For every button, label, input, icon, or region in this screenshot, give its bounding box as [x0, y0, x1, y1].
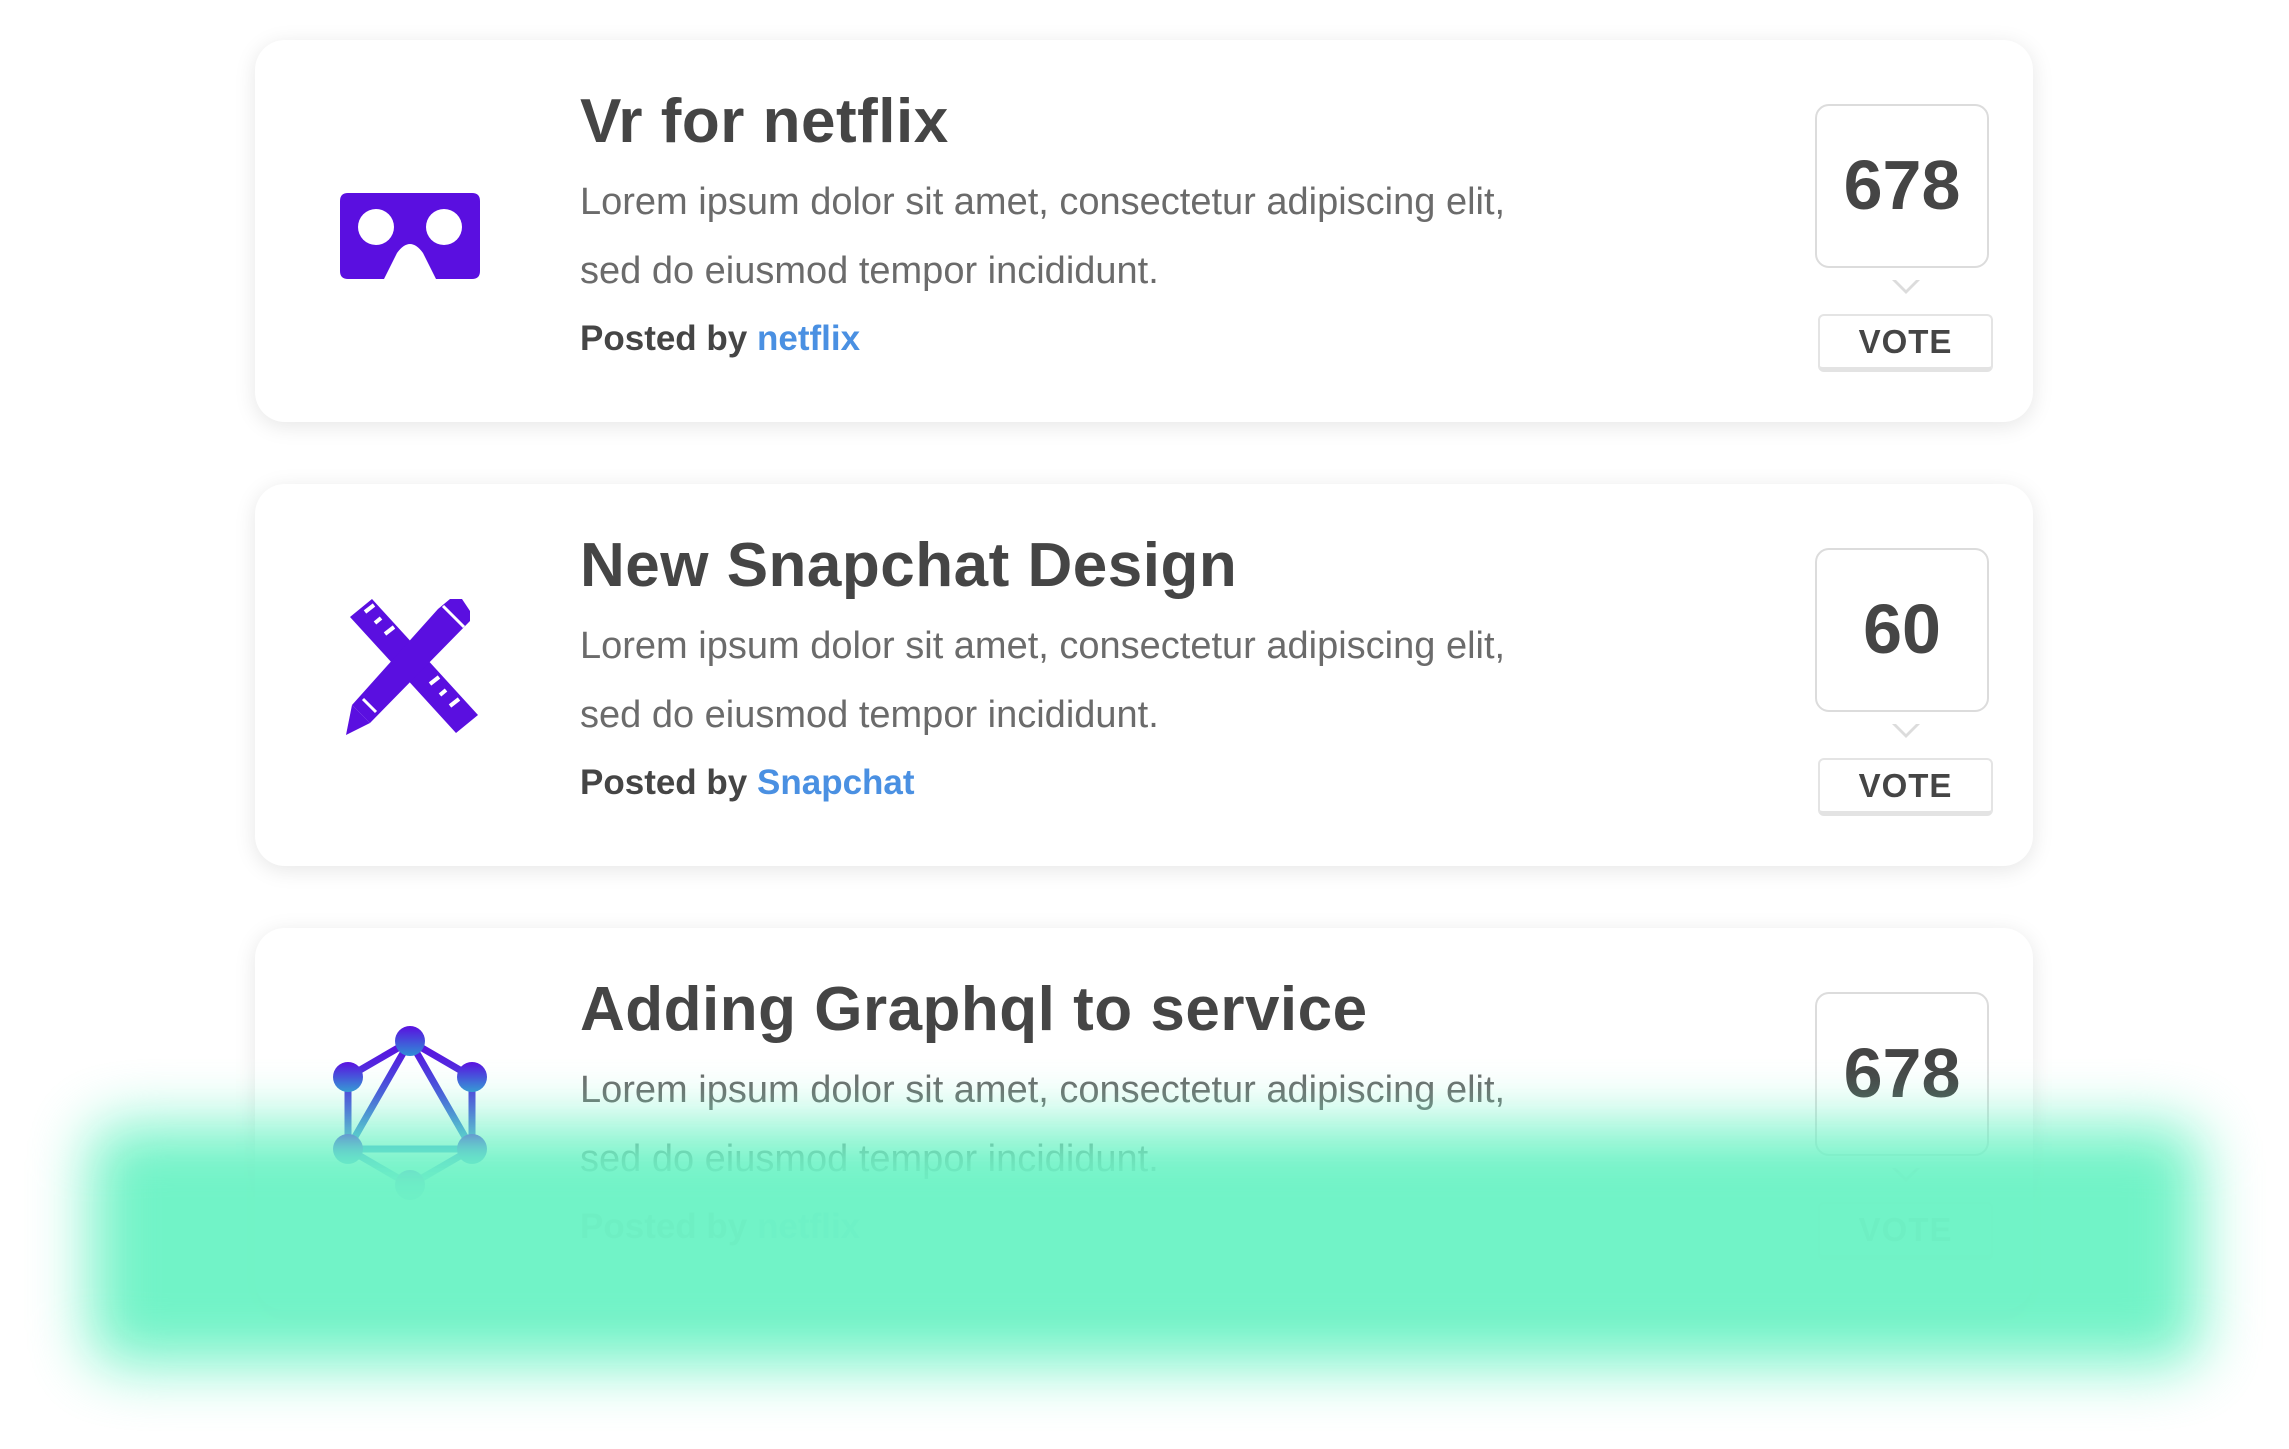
vr-headset-icon — [310, 131, 510, 331]
post-description-line: sed do eiusmod tempor incididunt. — [580, 250, 1159, 292]
vote-widget: 678 VOTE — [1815, 992, 1993, 1260]
posted-by-label: Posted by — [580, 763, 748, 802]
post-description: Lorem ipsum dolor sit amet, consectetur … — [580, 612, 1630, 750]
vote-count: 678 — [1815, 992, 1989, 1182]
author-link[interactable]: netflix — [757, 1207, 860, 1246]
post-meta: Posted by netflix — [580, 1202, 1630, 1252]
post-meta: Posted by netflix — [580, 314, 1630, 364]
vote-count: 60 — [1815, 548, 1989, 738]
post-card: New Snapchat Design Lorem ipsum dolor si… — [255, 484, 2033, 866]
post-description: Lorem ipsum dolor sit amet, consectetur … — [580, 1056, 1630, 1194]
post-description-line: Lorem ipsum dolor sit amet, consectetur … — [580, 1069, 1506, 1111]
post-body: Adding Graphql to service Lorem ipsum do… — [580, 968, 1630, 1252]
author-link[interactable]: Snapchat — [757, 763, 915, 802]
author-link[interactable]: netflix — [757, 319, 860, 358]
post-card: Vr for netflix Lorem ipsum dolor sit ame… — [255, 40, 2033, 422]
post-title[interactable]: Adding Graphql to service — [580, 968, 1630, 1052]
post-description-line: sed do eiusmod tempor incididunt. — [580, 694, 1159, 736]
post-body: New Snapchat Design Lorem ipsum dolor si… — [580, 524, 1630, 808]
ruler-pencil-icon — [310, 575, 510, 775]
post-title[interactable]: New Snapchat Design — [580, 524, 1630, 608]
post-meta: Posted by Snapchat — [580, 758, 1630, 808]
graphql-icon — [310, 1019, 510, 1219]
vote-count: 678 — [1815, 104, 1989, 294]
vote-widget: 678 VOTE — [1815, 104, 1993, 372]
post-description: Lorem ipsum dolor sit amet, consectetur … — [580, 168, 1630, 306]
posted-by-label: Posted by — [580, 1207, 748, 1246]
post-card: Adding Graphql to service Lorem ipsum do… — [255, 928, 2033, 1310]
vote-button[interactable]: VOTE — [1818, 1202, 1993, 1260]
post-description-line: Lorem ipsum dolor sit amet, consectetur … — [580, 625, 1506, 667]
posted-by-label: Posted by — [580, 319, 748, 358]
post-description-line: sed do eiusmod tempor incididunt. — [580, 1138, 1159, 1180]
post-description-line: Lorem ipsum dolor sit amet, consectetur … — [580, 181, 1506, 223]
vote-button[interactable]: VOTE — [1818, 758, 1993, 816]
vote-widget: 60 VOTE — [1815, 548, 1993, 816]
post-body: Vr for netflix Lorem ipsum dolor sit ame… — [580, 80, 1630, 364]
vote-button[interactable]: VOTE — [1818, 314, 1993, 372]
post-title[interactable]: Vr for netflix — [580, 80, 1630, 164]
